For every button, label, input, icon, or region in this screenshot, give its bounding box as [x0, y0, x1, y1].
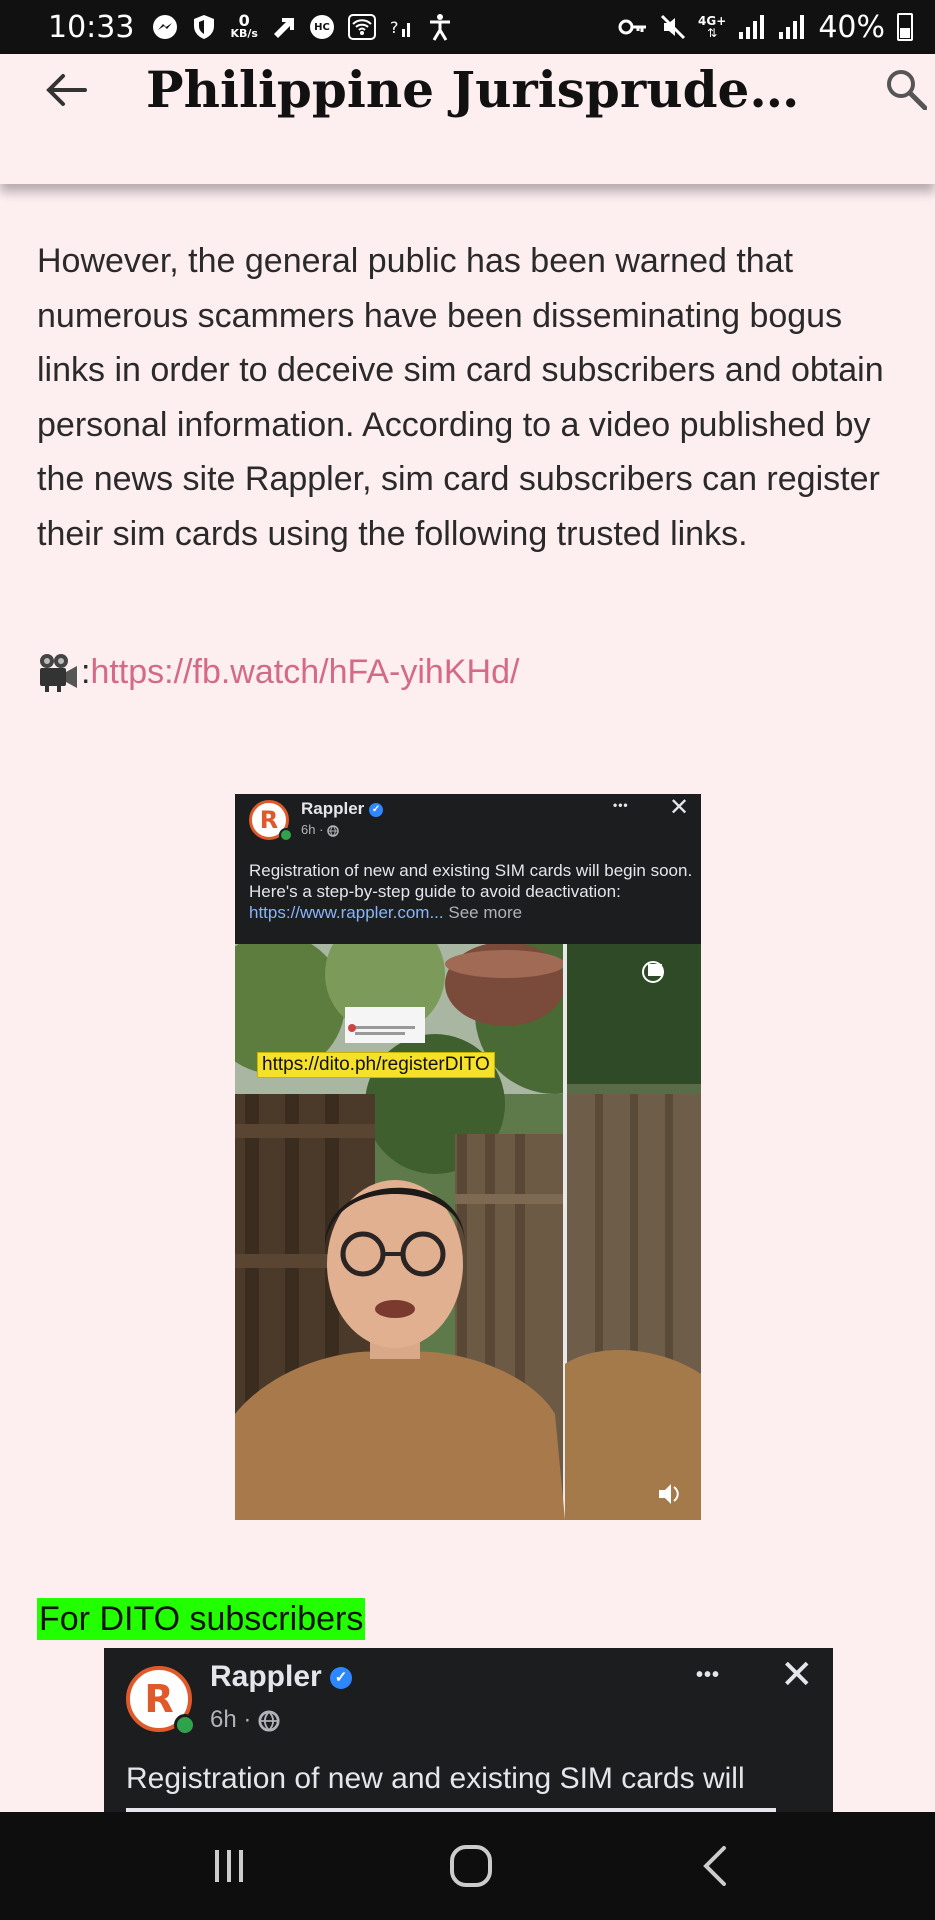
video-prefix: :: [81, 652, 91, 691]
more-options-icon[interactable]: •••: [613, 798, 629, 812]
network-arrows: ⇅: [707, 26, 718, 40]
signal-icon: ?: [390, 18, 410, 37]
embed-time-row: 6h ·: [301, 822, 339, 837]
close-icon[interactable]: ✕: [780, 1652, 814, 1698]
embed-post-text: Registration of new and existing SIM car…: [249, 861, 693, 901]
video-link[interactable]: https://fb.watch/hFA-yihKHd/: [90, 653, 519, 692]
overlay-url-label: https://dito.ph/registerDITO: [257, 1052, 495, 1078]
back-arrow-icon: [46, 74, 87, 106]
search-button[interactable]: [876, 54, 935, 124]
embed2-time: 6h ·: [210, 1706, 259, 1733]
data-speed-unit: KB/s: [230, 27, 258, 40]
close-icon[interactable]: ✕: [669, 794, 689, 822]
embed-post-text-block: Registration of new and existing SIM car…: [249, 860, 693, 923]
verified-icon: ✓: [330, 1667, 353, 1690]
home-button[interactable]: [436, 1836, 506, 1896]
mute-icon: [660, 14, 686, 40]
hc-icon: HC: [309, 15, 334, 39]
embed-post-link[interactable]: https://www.rappler.com...: [249, 903, 444, 922]
battery-percent: 40%: [818, 9, 885, 45]
embed-header: R Rappler ✓ 6h · ••• ✕ Registration of n…: [235, 794, 701, 944]
recent-apps-button[interactable]: [194, 1836, 264, 1896]
video-scene-image: [235, 944, 701, 1520]
rappler-post-embed[interactable]: R Rappler ✓ 6h · ••• ✕ Registration of n…: [104, 1648, 833, 1812]
network-icon: 4G+ ⇅: [698, 15, 726, 39]
video-link-line: : https://fb.watch/hFA-yihKHd/: [37, 652, 519, 692]
status-left-icons: 0 KB/s HC ?: [152, 13, 451, 41]
article-paragraph: However, the general public has been war…: [37, 242, 884, 553]
data-speed-value: 0: [238, 11, 250, 30]
search-icon: [887, 70, 927, 110]
embed2-post-text: Registration of new and existing SIM car…: [126, 1762, 745, 1795]
embed-page-name: Rappler: [301, 799, 365, 818]
back-chevron-icon: [703, 1846, 726, 1886]
svg-text:?: ?: [390, 18, 399, 37]
recent-apps-icon: [215, 1850, 243, 1882]
embed2-page-name-row: Rappler ✓: [210, 1660, 353, 1694]
globe-icon: [258, 1710, 280, 1732]
hc-badge-text: HC: [314, 21, 330, 33]
video-frame: https://dito.ph/registerDITO: [235, 944, 701, 1520]
status-bar: 10:33 0 KB/s HC ? 4G+ ⇅ 40%: [0, 0, 935, 54]
battery-icon: [897, 13, 913, 41]
app-bar: Philippine Jurisprudenc...: [0, 54, 935, 184]
embed2-page-name: Rappler: [210, 1660, 322, 1693]
key-icon: [618, 19, 647, 35]
verified-icon: ✓: [369, 802, 384, 817]
wifi-icon: [347, 14, 376, 40]
globe-icon: [327, 824, 339, 837]
embed2-time-row: 6h ·: [210, 1706, 280, 1734]
back-nav-button[interactable]: [680, 1836, 750, 1896]
movie-camera-icon: [40, 654, 77, 692]
dito-subscribers-label: For DITO subscribers: [37, 1598, 366, 1640]
navigation-bar: [0, 1812, 935, 1920]
more-options-icon[interactable]: •••: [696, 1664, 720, 1687]
back-button[interactable]: [36, 60, 96, 120]
accessibility-icon: [429, 14, 450, 41]
online-dot: [279, 828, 293, 842]
shield-icon: [194, 15, 215, 39]
messenger-icon: [153, 15, 178, 39]
signal-bars-icon: [779, 15, 805, 39]
embed-time: 6h ·: [301, 822, 328, 837]
home-icon: [450, 1845, 492, 1887]
data-speed-icon: 0 KB/s: [230, 11, 258, 41]
see-more-link[interactable]: See more: [444, 903, 522, 922]
page-title: Philippine Jurisprudenc...: [146, 60, 806, 119]
status-time: 10:33: [48, 9, 135, 45]
embed-page-name-row: Rappler ✓: [301, 799, 384, 819]
online-dot: [174, 1714, 196, 1736]
upload-arrow-icon: [273, 18, 294, 38]
rappler-video-embed[interactable]: R Rappler ✓ 6h · ••• ✕ Registration of n…: [235, 794, 701, 1520]
status-right-icons: 4G+ ⇅ 40%: [618, 0, 913, 54]
signal-bars-icon: [739, 15, 765, 39]
